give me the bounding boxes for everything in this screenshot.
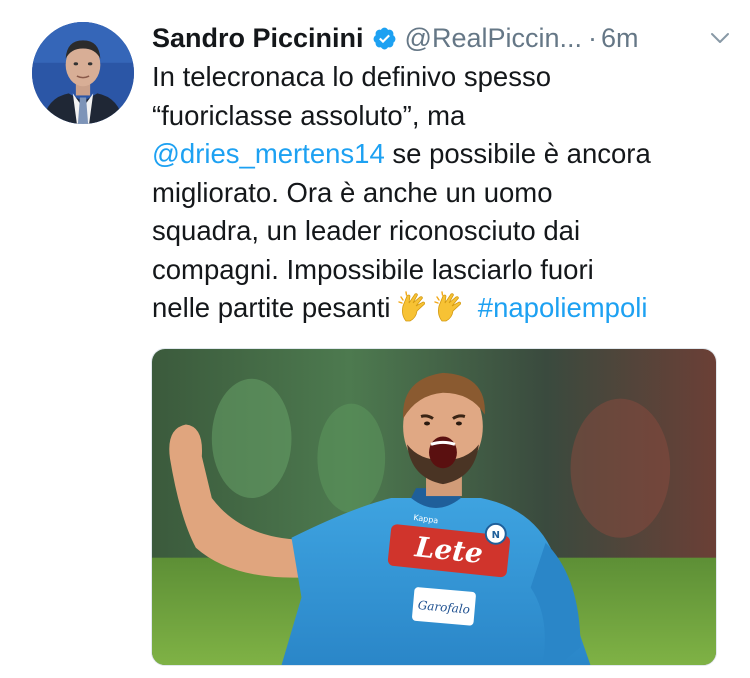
mention-link[interactable]: @dries_mertens14	[152, 138, 385, 169]
avatar[interactable]	[32, 22, 134, 124]
tweet-header: Sandro Piccinini @RealPiccin... · 6m	[152, 18, 732, 58]
clapping-hands-icon	[434, 291, 468, 323]
author-handle[interactable]: @RealPiccin...	[405, 23, 582, 54]
tweet-text-line: nelle partite pesanti #napoliempoli	[152, 289, 732, 328]
tweet-text-segment: se possibile è ancora	[384, 138, 651, 169]
tweet-text-segment: nelle partite pesanti	[152, 292, 399, 323]
tweet-timestamp[interactable]: 6m	[601, 23, 639, 54]
verified-badge-icon	[372, 26, 397, 51]
hashtag-link[interactable]: #napoliempoli	[478, 292, 648, 323]
svg-text:N: N	[492, 530, 500, 541]
tweet-text-line: compagni. Impossibile lasciarlo fuori	[152, 253, 594, 285]
tweet-text-line: “fuoriclasse assoluto”, ma	[152, 99, 466, 131]
tweet-text-line: @dries_mertens14 se possibile è ancora	[152, 135, 732, 174]
tweet-text-line: In telecronaca lo definivo spesso	[152, 61, 551, 92]
tweet-text-line: migliorato. Ora è anche un uomo	[152, 176, 553, 208]
tweet-media-photo[interactable]: Lete Garofalo N Kappa	[151, 348, 717, 666]
clapping-hands-icon	[398, 291, 432, 323]
author-display-name[interactable]: Sandro Piccinini	[152, 23, 364, 54]
chevron-down-icon[interactable]	[708, 26, 732, 50]
photo-football-player-celebrating: Lete Garofalo N Kappa	[152, 349, 716, 665]
header-separator: ·	[588, 22, 598, 53]
tweet-text-line: squadra, un leader riconosciuto dai	[152, 215, 581, 246]
avatar-image	[32, 22, 134, 124]
tweet-text: In telecronaca lo definivo spesso “fuori…	[152, 58, 732, 328]
